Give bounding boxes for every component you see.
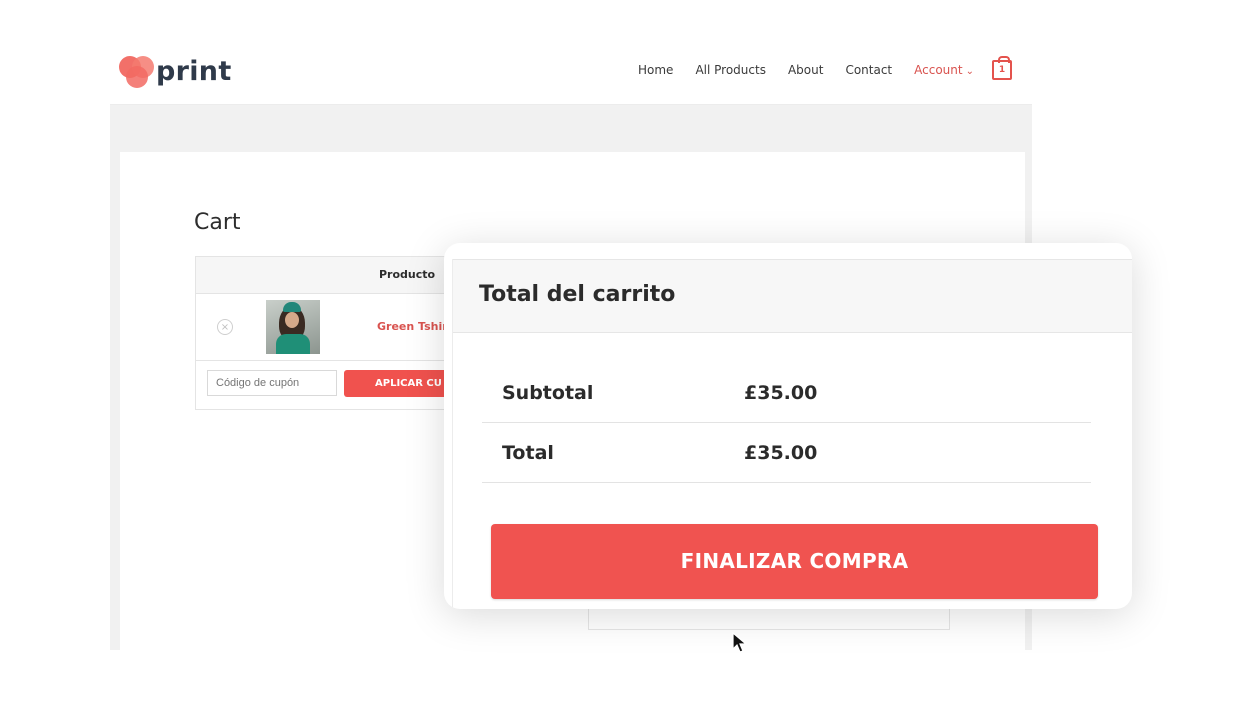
nav-home[interactable]: Home xyxy=(638,63,673,77)
nav-about[interactable]: About xyxy=(788,63,823,77)
nav-contact[interactable]: Contact xyxy=(845,63,892,77)
cart-bag-icon[interactable]: 1 xyxy=(992,56,1012,80)
product-name-link[interactable]: Green Tshir xyxy=(377,320,448,333)
logo-mark-icon xyxy=(118,52,156,90)
total-row: Total £35.00 xyxy=(482,422,1091,483)
checkout-button[interactable]: FINALIZAR COMPRA xyxy=(491,524,1098,599)
product-thumbnail[interactable] xyxy=(266,300,320,354)
mouse-cursor-icon xyxy=(732,632,748,653)
cart-totals-title: Total del carrito xyxy=(479,282,676,307)
column-header-product: Producto xyxy=(379,268,436,281)
page-title: Cart xyxy=(194,210,241,235)
apply-coupon-button[interactable]: APLICAR CU xyxy=(344,370,454,397)
remove-item-icon[interactable]: × xyxy=(217,319,233,335)
main-nav: Home All Products About Contact Account ⌄ xyxy=(638,63,996,77)
logo-text: print xyxy=(156,55,232,87)
nav-account-label: Account xyxy=(914,63,963,77)
total-label: Total xyxy=(502,442,554,464)
subtotal-row: Subtotal £35.00 xyxy=(482,362,1091,423)
total-value: £35.00 xyxy=(744,442,818,464)
coupon-code-input[interactable] xyxy=(207,370,337,396)
nav-account[interactable]: Account ⌄ xyxy=(914,63,974,77)
cart-totals-inner: Total del carrito Subtotal £35.00 Total … xyxy=(452,259,1132,609)
subtotal-value: £35.00 xyxy=(744,382,818,404)
cart-totals-header: Total del carrito xyxy=(453,259,1132,333)
site-logo[interactable]: print xyxy=(118,52,232,90)
chevron-down-icon: ⌄ xyxy=(965,66,974,77)
cart-totals-panel: Total del carrito Subtotal £35.00 Total … xyxy=(444,243,1132,609)
subtotal-label: Subtotal xyxy=(502,382,594,404)
nav-all-products[interactable]: All Products xyxy=(695,63,766,77)
